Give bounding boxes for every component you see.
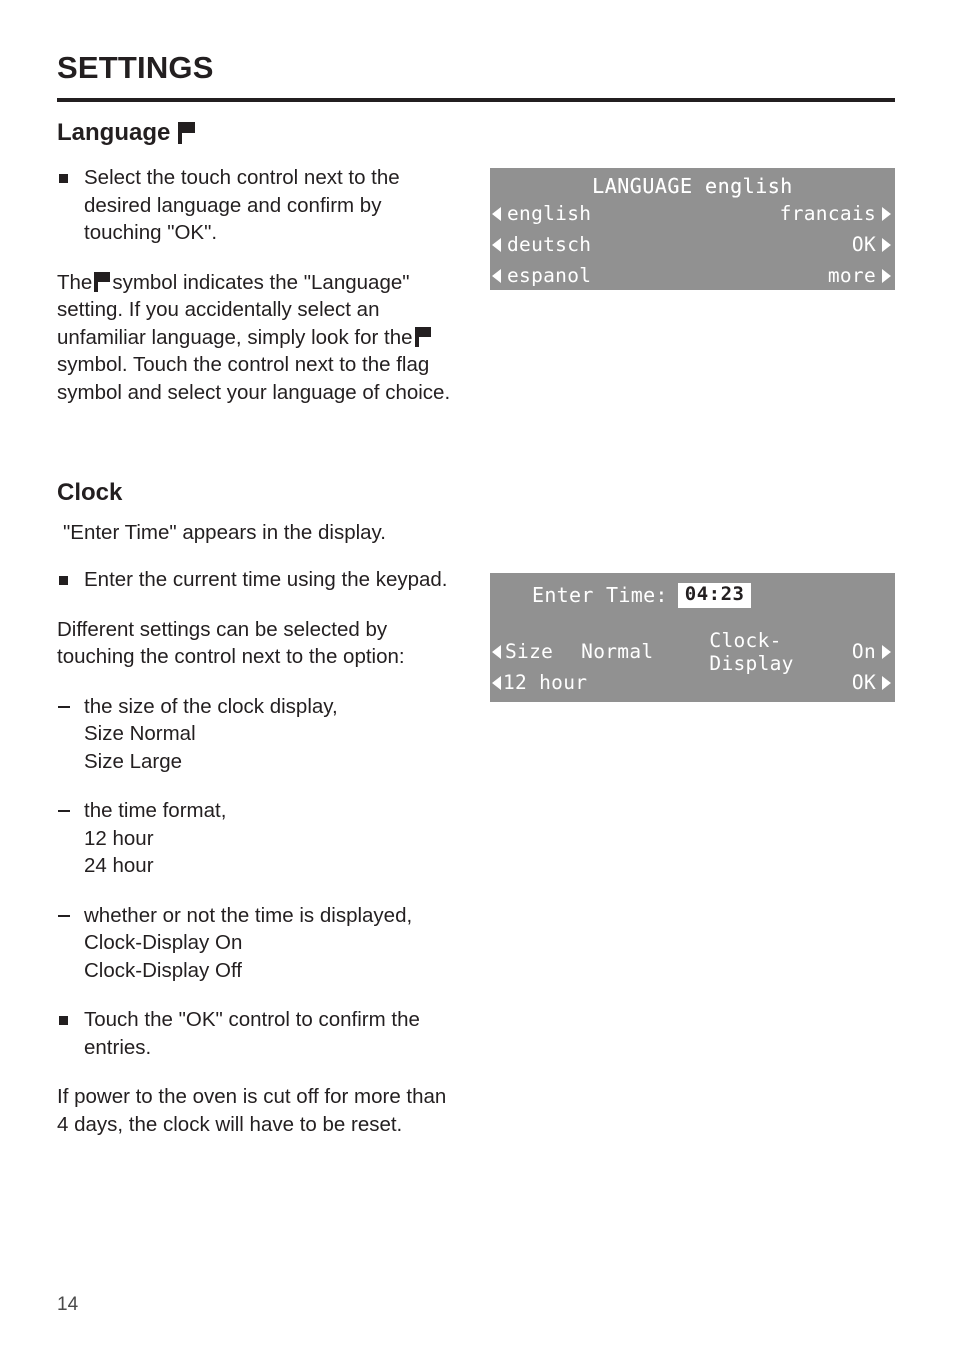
triangle-left-icon	[492, 268, 501, 283]
enter-time-label: Enter Time:	[532, 583, 668, 608]
enter-time-row: Enter Time: 04:23	[490, 573, 895, 608]
header-divider	[57, 98, 895, 102]
section-heading-clock: Clock	[57, 479, 123, 507]
flag-cloth	[182, 122, 196, 134]
size-label: Size	[505, 640, 554, 663]
triangle-right-icon	[882, 675, 891, 690]
square-bullet-icon	[59, 576, 68, 586]
option-description: the time format,	[84, 799, 227, 823]
flag-cloth	[418, 326, 431, 337]
language-description-paragraph: The symbol indicates the "Language" setti…	[57, 269, 461, 407]
size-value: Normal	[581, 640, 654, 663]
option-value: 24 hour	[84, 854, 154, 878]
flag-cloth	[98, 271, 111, 282]
language-option-label: espanol	[507, 264, 592, 287]
triangle-left-icon	[492, 237, 501, 252]
clock-display-value: On	[851, 640, 876, 663]
clock-options-rows: Size Normal Clock-Display On 12 hour OK	[490, 629, 895, 698]
section-heading-language-label: Language	[57, 119, 171, 146]
section-heading-language: Language	[57, 119, 461, 146]
page-number: 14	[57, 1294, 79, 1315]
list-item: the size of the clock display, Size Norm…	[57, 693, 461, 776]
list-item: Enter the current time using the keypad.	[57, 566, 461, 594]
dash-bullet-icon	[58, 914, 70, 917]
dash-bullet-icon	[58, 810, 70, 813]
list-item-label: Touch the "OK" control to confirm the en…	[84, 1008, 420, 1059]
list-item: Select the touch control next to the des…	[57, 164, 461, 247]
list-item: Touch the "OK" control to confirm the en…	[57, 1006, 461, 1061]
clock-settings-paragraph: Different settings can be selected by to…	[57, 617, 405, 669]
dash-bullet-icon	[58, 705, 70, 708]
flag-icon	[94, 271, 111, 292]
option-value: Size Normal	[84, 722, 196, 746]
time-format-label: 12 hour	[503, 671, 588, 694]
triangle-right-icon	[882, 237, 891, 252]
language-option-label: francais	[779, 202, 876, 225]
language-ok-button[interactable]: OK	[852, 233, 891, 256]
option-value: Size Large	[84, 749, 183, 773]
language-option-left[interactable]: espanol	[492, 264, 591, 287]
language-option-label: deutsch	[507, 233, 592, 256]
language-display-title: LANGUAGE english	[592, 174, 793, 198]
language-option-label: OK	[851, 233, 876, 256]
triangle-left-icon	[492, 644, 501, 659]
option-value: Clock-Display On	[84, 931, 243, 955]
clock-display-label: Clock-Display	[709, 628, 794, 675]
content-column: Language Select the touch control next t…	[57, 119, 461, 1160]
language-option-label: english	[507, 202, 592, 225]
flag-icon	[414, 326, 431, 347]
clock-display-panel: Enter Time: 04:23 Size Normal Clock-Disp…	[490, 573, 895, 702]
paragraph-text-c: symbol. Touch the control next to the fl…	[57, 353, 451, 404]
list-item: the time format, 12 hour 24 hour	[57, 797, 461, 880]
flag-icon	[178, 122, 196, 145]
triangle-right-icon	[882, 644, 891, 659]
paragraph-text-a: The	[57, 270, 93, 294]
language-display-row-deutsch[interactable]: deutsch OK	[490, 229, 895, 260]
manual-page: SETTINGS Language Select the touch contr…	[0, 0, 954, 1352]
time-value-field[interactable]: 04:23	[677, 583, 752, 608]
language-display-panel: LANGUAGE english english francais deutsc…	[490, 168, 895, 290]
language-display-row-english[interactable]: english francais	[490, 198, 895, 229]
list-item-label: Select the touch control next to the des…	[84, 166, 400, 245]
list-item: whether or not the time is displayed, Cl…	[57, 902, 461, 985]
language-more-button[interactable]: more	[828, 264, 891, 287]
page-title: SETTINGS	[57, 50, 214, 85]
triangle-left-icon	[492, 206, 501, 221]
clock-ok-label: OK	[851, 671, 876, 694]
option-description: the size of the clock display,	[84, 694, 338, 718]
list-item-label: Enter the current time using the keypad.	[84, 568, 448, 592]
clock-power-note: If power to the oven is cut off for more…	[57, 1085, 447, 1136]
language-option-left[interactable]: english	[492, 202, 591, 225]
triangle-right-icon	[882, 206, 891, 221]
language-option-left[interactable]: deutsch	[492, 233, 591, 256]
triangle-left-icon	[492, 675, 501, 690]
triangle-right-icon	[882, 268, 891, 283]
clock-display-row-size[interactable]: Size Normal Clock-Display On	[490, 629, 895, 675]
language-option-right[interactable]: francais	[780, 202, 891, 225]
language-display-row-espanol[interactable]: espanol more	[490, 260, 895, 291]
option-description: whether or not the time is displayed,	[84, 903, 413, 927]
option-value: Clock-Display Off	[84, 958, 242, 982]
option-value: 12 hour	[84, 826, 154, 850]
clock-intro-text: "Enter Time" appears in the display.	[63, 520, 386, 544]
square-bullet-icon	[59, 174, 68, 184]
paragraph-text-b: symbol indicates the "Language" setting.…	[57, 270, 413, 349]
square-bullet-icon	[59, 1016, 68, 1026]
language-option-label: more	[827, 264, 876, 287]
